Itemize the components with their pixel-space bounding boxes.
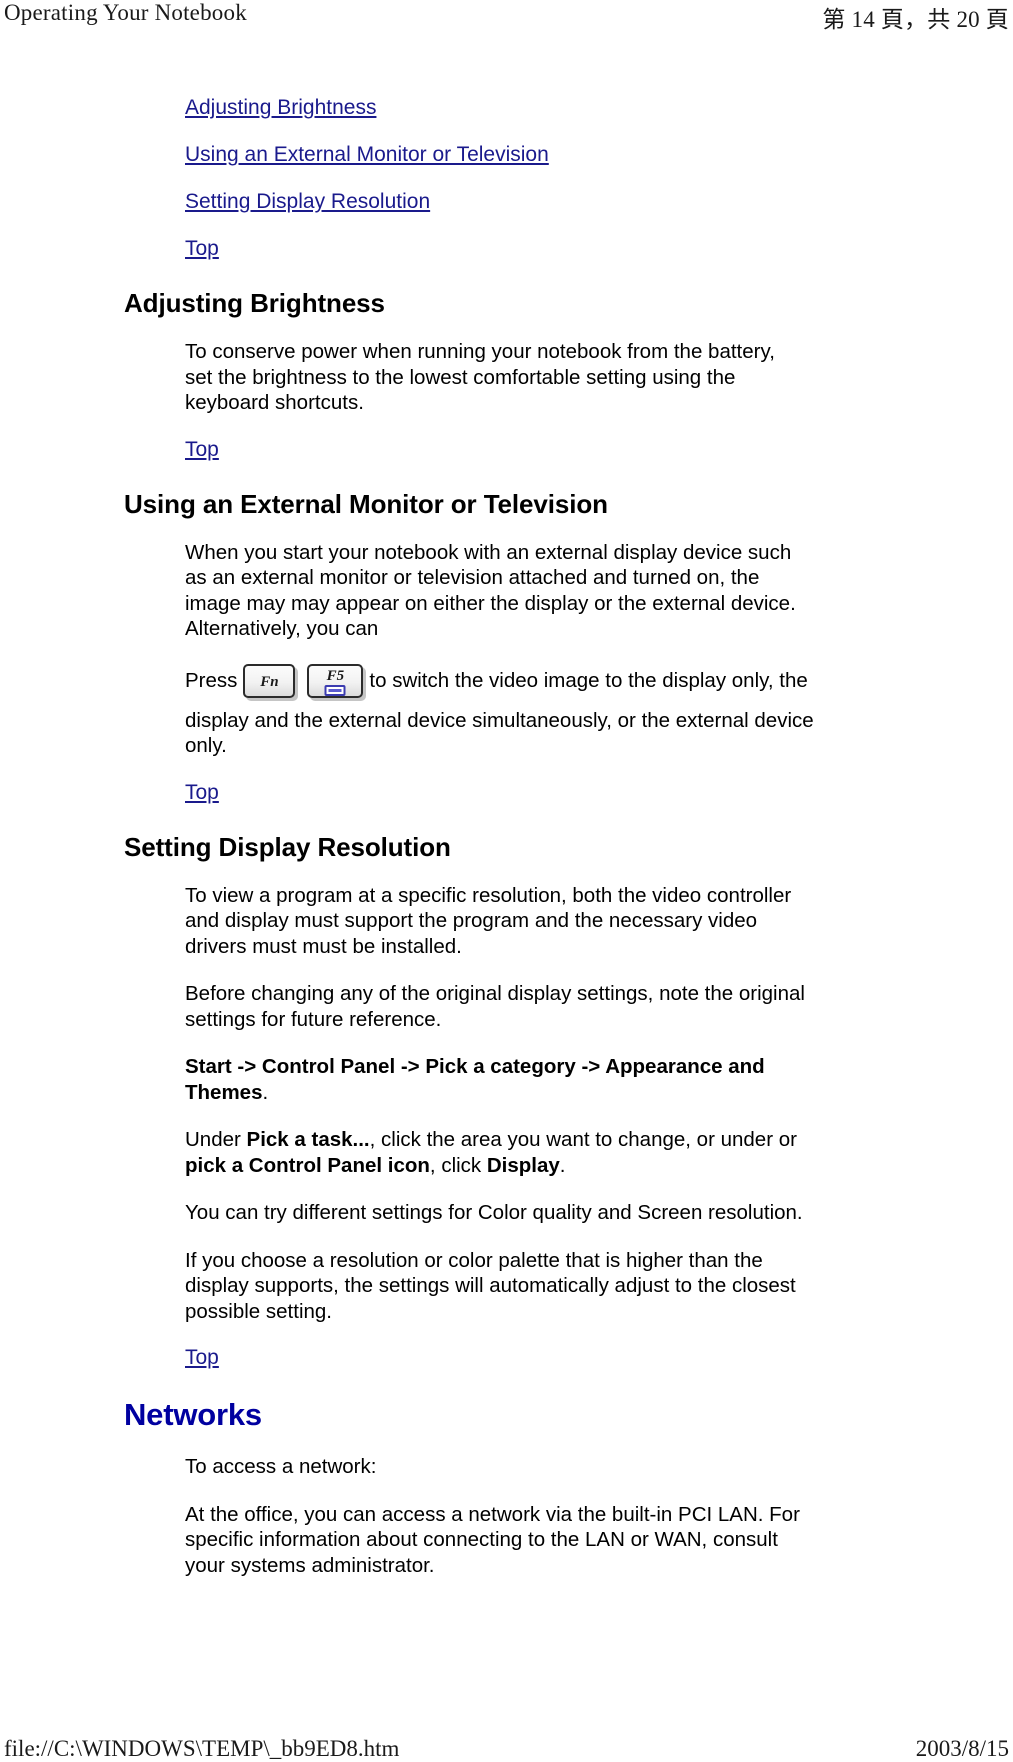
- top-link-row-4[interactable]: Top: [0, 1346, 1013, 1370]
- key-shortcut-instruction: Press Fn F5 to switch the video image to…: [0, 663, 1013, 698]
- task-bold-display: Display: [486, 1153, 560, 1177]
- key-instruction-suffix: to switch the video image to the display…: [369, 668, 808, 692]
- heading-adjusting-brightness: Adjusting Brightness: [124, 288, 385, 318]
- toc-item-adjusting-brightness[interactable]: Adjusting Brightness: [0, 96, 1013, 120]
- keycap-f5[interactable]: F5: [307, 663, 364, 698]
- paragraph-resolution-3: You can try different settings for Color…: [185, 1201, 803, 1224]
- keycap-f5-label: F5: [326, 667, 345, 684]
- paragraph-external-monitor: When you start your notebook with an ext…: [185, 540, 796, 641]
- link-top-4[interactable]: Top: [185, 1346, 219, 1369]
- paragraph-resolution-2: Before changing any of the original disp…: [185, 982, 805, 1031]
- keycap-fn[interactable]: Fn: [243, 663, 296, 698]
- section-networks: Networks: [0, 1396, 1013, 1434]
- key-instruction-prefix: Press: [185, 668, 238, 692]
- paragraph-networks-2: At the office, you can access a network …: [185, 1502, 800, 1577]
- link-top-3[interactable]: Top: [185, 781, 219, 804]
- task-text-part1: Under: [185, 1128, 247, 1151]
- paragraph-control-panel-path: Start -> Control Panel -> Pick a categor…: [0, 1054, 1013, 1105]
- heading-using-external-monitor: Using an External Monitor or Television: [124, 488, 608, 519]
- print-header-page-number: 第 14 頁，共 20 頁: [822, 7, 1009, 32]
- top-link-row-2[interactable]: Top: [0, 438, 1013, 462]
- paragraph-resolution-4: If you choose a resolution or color pale…: [185, 1248, 796, 1323]
- top-link-row-3[interactable]: Top: [0, 781, 1013, 805]
- task-bold-control-panel-icon: pick a Control Panel icon: [185, 1153, 430, 1177]
- toc-item-display-resolution[interactable]: Setting Display Resolution: [0, 190, 1013, 214]
- paragraph-networks-1: To access a network:: [185, 1455, 377, 1478]
- paragraph-adjusting-brightness: To conserve power when running your note…: [185, 340, 775, 414]
- task-bold-pick-a-task: Pick a task...: [246, 1128, 370, 1151]
- toc-item-external-monitor[interactable]: Using an External Monitor or Television: [0, 143, 1013, 167]
- top-link-row-1[interactable]: Top: [0, 237, 1013, 261]
- link-top-2[interactable]: Top: [185, 438, 219, 461]
- section-external-monitor: Using an External Monitor or Television: [0, 488, 1013, 520]
- monitor-icon: [324, 684, 346, 696]
- keycap-fn-label: Fn: [260, 673, 279, 690]
- link-using-external-monitor[interactable]: Using an External Monitor or Television: [185, 143, 549, 166]
- paragraph-resolution-1: To view a program at a specific resoluti…: [185, 883, 792, 958]
- link-setting-display-resolution[interactable]: Setting Display Resolution: [185, 190, 430, 213]
- heading-networks: Networks: [124, 1397, 262, 1432]
- print-footer-file-path: file://C:\WINDOWS\TEMP\_bb9ED8.htm: [4, 1736, 400, 1761]
- heading-setting-display-resolution: Setting Display Resolution: [124, 831, 451, 862]
- print-header: Operating Your Notebook 第 14 頁，共 20 頁: [0, 0, 1013, 34]
- document-body: Adjusting Brightness Using an External M…: [0, 96, 1013, 1600]
- task-text-part2: , click the area you want to change, or …: [369, 1128, 797, 1151]
- print-footer: file://C:\WINDOWS\TEMP\_bb9ED8.htm 2003/…: [0, 1736, 1013, 1762]
- section-display-resolution: Setting Display Resolution: [0, 831, 1013, 863]
- paragraph-pick-a-task: Under Pick a task..., click the area you…: [0, 1127, 1013, 1178]
- print-footer-date: 2003/8/15: [915, 1736, 1009, 1761]
- print-header-title: Operating Your Notebook: [4, 0, 247, 25]
- section-adjusting-brightness: Adjusting Brightness: [0, 287, 1013, 319]
- task-text-part3: , click: [429, 1153, 487, 1177]
- paragraph-key-continuation: display and the external device simultan…: [185, 708, 814, 758]
- task-text-part4: .: [559, 1153, 566, 1177]
- link-adjusting-brightness[interactable]: Adjusting Brightness: [185, 96, 376, 119]
- control-panel-path-period: .: [262, 1080, 269, 1104]
- link-top-1[interactable]: Top: [185, 237, 219, 260]
- control-panel-path-bold: Start -> Control Panel -> Pick a categor…: [185, 1055, 765, 1104]
